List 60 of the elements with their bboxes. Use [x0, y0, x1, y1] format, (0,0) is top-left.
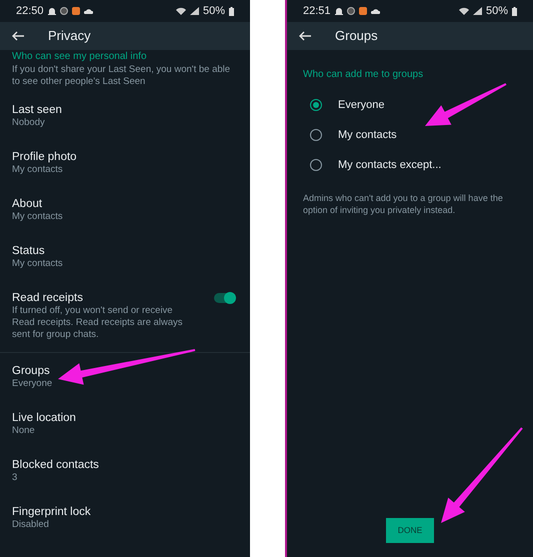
settings-item[interactable]: Live location None — [12, 405, 238, 452]
app-icon — [72, 7, 80, 15]
option-label[interactable]: My contacts — [338, 126, 397, 144]
signal-icon — [190, 7, 199, 15]
section-header: Who can add me to groups — [303, 68, 424, 82]
wifi-icon — [176, 7, 186, 15]
circle-icon — [346, 7, 355, 15]
radio-button[interactable] — [310, 129, 322, 141]
option-label[interactable]: Everyone — [338, 96, 384, 114]
setting-value: My contacts — [12, 211, 64, 223]
settings-item[interactable]: About My contacts — [12, 191, 238, 238]
info-note: Admins who can't add you to a group will have the option of inviting you privately instead. — [303, 192, 504, 216]
setting-value: Nobody — [12, 117, 46, 129]
setting-label: Fingerprint lock — [12, 505, 92, 519]
setting-label: Last seen — [12, 103, 63, 117]
setting-label: Profile photo — [12, 150, 78, 164]
setting-value: None — [12, 425, 36, 437]
setting-label: Live location — [12, 411, 77, 425]
settings-item[interactable]: Last seen Nobody — [12, 97, 238, 144]
setting-description: If turned off, you won't send or receive Read receipts. Read receipts are always sent for group chats. — [12, 305, 184, 341]
radio-button[interactable] — [310, 99, 322, 111]
section-header: Who can see my personal info — [12, 51, 148, 63]
screen-title: Privacy — [48, 27, 91, 46]
battery-percent: 50% — [202, 4, 225, 19]
setting-label: Groups — [12, 364, 51, 378]
setting-label: Status — [12, 244, 46, 258]
setting-value: My contacts — [12, 258, 64, 270]
toggle-switch[interactable] — [214, 293, 234, 303]
clock-time: 22:51 — [303, 4, 331, 19]
signal-icon — [472, 7, 482, 15]
clock-time: 22:50 — [16, 4, 44, 19]
setting-label: Read receipts — [12, 291, 84, 305]
section-note: If you don't share your Last Seen, you won't be able to see other people's Last Seen — [12, 64, 232, 88]
app-icon — [358, 7, 367, 15]
cloud-icon — [84, 8, 93, 14]
setting-value: Disabled — [12, 519, 50, 531]
setting-value: My contacts — [12, 164, 64, 176]
battery-percent: 50% — [486, 4, 508, 19]
screen-title: Groups — [335, 27, 378, 46]
setting-label: Blocked contacts — [12, 458, 100, 472]
setting-value: Everyone — [12, 378, 54, 390]
bell-icon — [48, 6, 56, 16]
settings-item[interactable]: Status My contacts — [12, 238, 238, 285]
back-arrow-icon[interactable] — [12, 31, 24, 41]
setting-label: About — [12, 197, 44, 211]
circle-icon — [60, 7, 68, 15]
battery-icon — [512, 6, 517, 16]
option-label[interactable]: My contacts except... — [338, 156, 442, 174]
settings-item[interactable]: Fingerprint lock Disabled — [12, 499, 238, 546]
setting-value: 3 — [12, 472, 18, 484]
battery-icon — [229, 6, 234, 16]
back-arrow-icon[interactable] — [299, 31, 311, 41]
settings-item[interactable]: Profile photo My contacts — [12, 144, 238, 191]
bell-icon — [334, 6, 343, 16]
cloud-icon — [370, 8, 380, 14]
settings-item[interactable]: Blocked contacts 3 — [12, 452, 238, 499]
settings-item[interactable]: Groups Everyone — [12, 358, 238, 405]
wifi-icon — [458, 7, 469, 15]
done-button[interactable]: DONE — [386, 518, 434, 543]
radio-button[interactable] — [310, 159, 322, 171]
